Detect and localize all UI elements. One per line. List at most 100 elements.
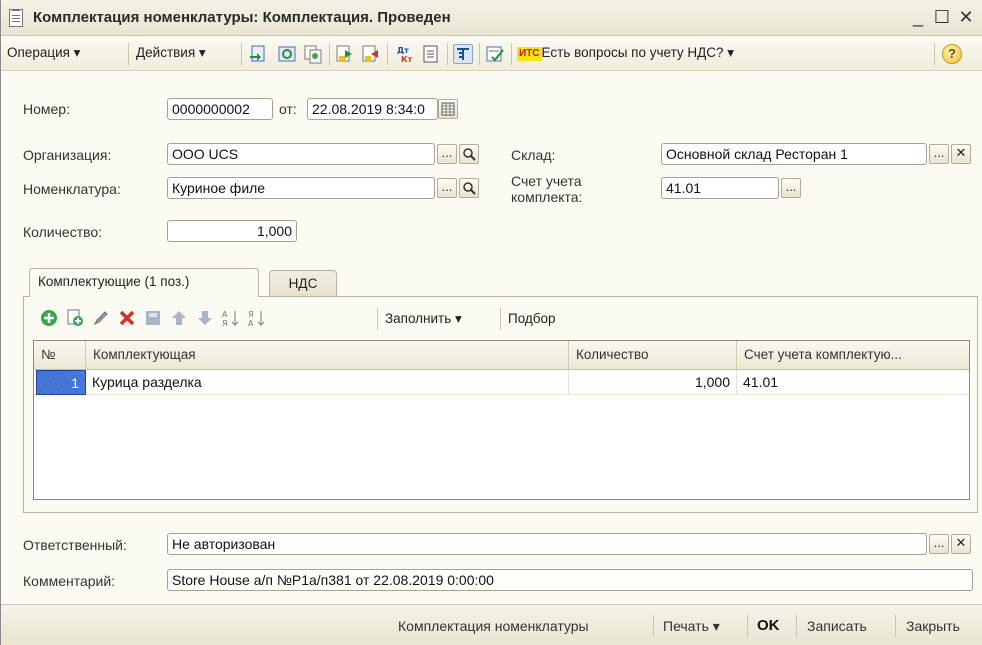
maximize-button[interactable]: ☐ — [932, 6, 952, 28]
vat-questions-label: Есть вопросы по учету НДС? ▾ — [541, 45, 735, 60]
sort-ascending-icon[interactable]: AЯ — [221, 308, 241, 328]
toolbar-separator — [500, 308, 501, 330]
print-menu[interactable]: Печать ▾ — [663, 618, 720, 635]
unpost-document-icon[interactable] — [361, 44, 381, 64]
row-quantity-cell[interactable]: 1,000 — [569, 370, 737, 395]
bottom-separator — [653, 615, 654, 637]
date-from-label: от: — [279, 101, 297, 117]
quantity-label: Количество: — [23, 224, 103, 240]
close-window-button[interactable]: ✕ — [956, 6, 976, 28]
svg-text:A: A — [248, 319, 254, 328]
post-and-close-icon[interactable] — [249, 44, 269, 64]
number-field[interactable]: 0000000002 — [167, 98, 273, 120]
add-row-icon[interactable] — [39, 308, 59, 328]
date-field[interactable]: 22.08.2019 8:34:0 — [307, 98, 438, 120]
toolbar-separator — [511, 43, 512, 65]
svg-text:Кт: Кт — [401, 55, 413, 64]
column-header-component[interactable]: Комплектующая — [86, 341, 569, 370]
account-label: Счет учета комплекта: — [511, 173, 582, 205]
warehouse-label: Склад: — [511, 147, 556, 163]
its-logo: ИТС — [517, 47, 542, 61]
row-component-cell[interactable]: Курица разделка — [86, 370, 569, 395]
move-up-icon — [169, 308, 189, 328]
column-header-account[interactable]: Счет учета комплектую... — [737, 341, 969, 370]
post-document-icon[interactable] — [335, 44, 355, 64]
actions-menu[interactable]: Действия ▾ — [136, 45, 206, 61]
responsible-field[interactable]: Не авторизован — [167, 533, 927, 555]
organization-select-button[interactable]: ... — [437, 144, 457, 164]
tab-vat[interactable]: НДС — [269, 270, 337, 297]
account-field[interactable]: 41.01 — [661, 177, 779, 199]
bottom-separator — [747, 615, 748, 637]
column-header-quantity[interactable]: Количество — [569, 341, 737, 370]
toolbar-separator — [934, 43, 935, 65]
minimize-button[interactable]: _ — [908, 6, 928, 28]
edit-form-icon[interactable] — [485, 44, 505, 64]
sort-descending-icon[interactable]: ЯA — [247, 308, 267, 328]
svg-text:A: A — [222, 310, 228, 319]
warehouse-field[interactable]: Основной склад Ресторан 1 — [661, 143, 927, 165]
nomenclature-label: Номенклатура: — [23, 181, 121, 197]
toolbar-separator — [128, 43, 129, 65]
operation-menu[interactable]: Операция ▾ — [7, 45, 80, 61]
move-down-icon — [195, 308, 215, 328]
responsible-select-button[interactable]: ... — [929, 534, 949, 554]
save-button[interactable]: Записать — [807, 618, 867, 634]
bottom-bar: Комплектация номенклатуры Печать ▾ OK За… — [1, 604, 982, 645]
pick-button[interactable]: Подбор — [508, 311, 556, 326]
window-title: Комплектация номенклатуры: Комплектация.… — [33, 9, 451, 26]
hierarchy-toggle-icon[interactable] — [453, 44, 473, 64]
nomenclature-search-icon[interactable] — [459, 178, 479, 198]
ok-button[interactable]: OK — [757, 617, 780, 634]
main-toolbar: Операция ▾ Действия ▾ Дт Кт ИТС Есть воп… — [1, 37, 982, 71]
account-label-line2: комплекта: — [511, 189, 583, 205]
document-link[interactable]: Комплектация номенклатуры — [398, 618, 589, 634]
tab-components[interactable]: Комплектующие (1 поз.) — [29, 268, 259, 297]
toolbar-separator — [447, 43, 448, 65]
warehouse-select-button[interactable]: ... — [929, 144, 949, 164]
account-select-button[interactable]: ... — [781, 178, 801, 198]
responsible-label: Ответственный: — [23, 537, 127, 553]
title-bar: Комплектация номенклатуры: Комплектация.… — [1, 0, 982, 36]
table-row[interactable]: 1 Курица разделка 1,000 41.01 — [34, 370, 969, 395]
comment-label: Комментарий: — [23, 573, 116, 589]
svg-text:Дт: Дт — [397, 46, 409, 55]
warehouse-clear-icon[interactable]: ✕ — [951, 144, 971, 164]
svg-text:Я: Я — [222, 319, 228, 328]
vat-questions-menu[interactable]: ИТС Есть вопросы по учету НДС? ▾ — [517, 45, 734, 61]
organization-search-icon[interactable] — [459, 144, 479, 164]
refresh-icon[interactable] — [277, 44, 297, 64]
document-icon — [9, 9, 23, 27]
nomenclature-select-button[interactable]: ... — [437, 178, 457, 198]
row-number-cell[interactable]: 1 — [36, 370, 86, 395]
responsible-clear-icon[interactable]: ✕ — [951, 534, 971, 554]
comment-field[interactable]: Store House а/п №Р1а/п381 от 22.08.2019 … — [167, 569, 973, 591]
row-account-cell[interactable]: 41.01 — [737, 370, 969, 395]
column-header-number[interactable]: № — [34, 341, 86, 370]
organization-field[interactable]: ООО UCS — [167, 143, 435, 165]
bottom-separator — [796, 615, 797, 637]
structure-icon[interactable] — [421, 44, 441, 64]
copy-row-icon[interactable] — [65, 308, 85, 328]
nomenclature-field[interactable]: Куриное филе — [167, 177, 435, 199]
toolbar-separator — [479, 43, 480, 65]
document-window: Комплектация номенклатуры: Комплектация.… — [0, 0, 982, 645]
components-table[interactable]: № Комплектующая Количество Счет учета ко… — [33, 340, 970, 500]
end-edit-icon — [143, 308, 163, 328]
toolbar-separator — [377, 308, 378, 330]
debit-credit-icon[interactable]: Дт Кт — [395, 44, 415, 64]
toolbar-separator — [241, 43, 242, 65]
close-button[interactable]: Закрыть — [906, 618, 960, 634]
edit-row-icon[interactable] — [91, 308, 111, 328]
bottom-separator — [895, 615, 896, 637]
svg-text:Я: Я — [248, 310, 254, 319]
toolbar-separator — [329, 43, 330, 65]
help-icon[interactable]: ? — [942, 44, 962, 64]
account-label-line1: Счет учета — [511, 173, 582, 189]
delete-row-icon[interactable] — [117, 308, 137, 328]
quantity-field[interactable]: 1,000 — [167, 220, 297, 242]
fill-menu[interactable]: Заполнить ▾ — [385, 311, 462, 327]
number-label: Номер: — [23, 101, 70, 117]
calendar-icon[interactable] — [438, 99, 458, 119]
copy-document-icon[interactable] — [303, 44, 323, 64]
